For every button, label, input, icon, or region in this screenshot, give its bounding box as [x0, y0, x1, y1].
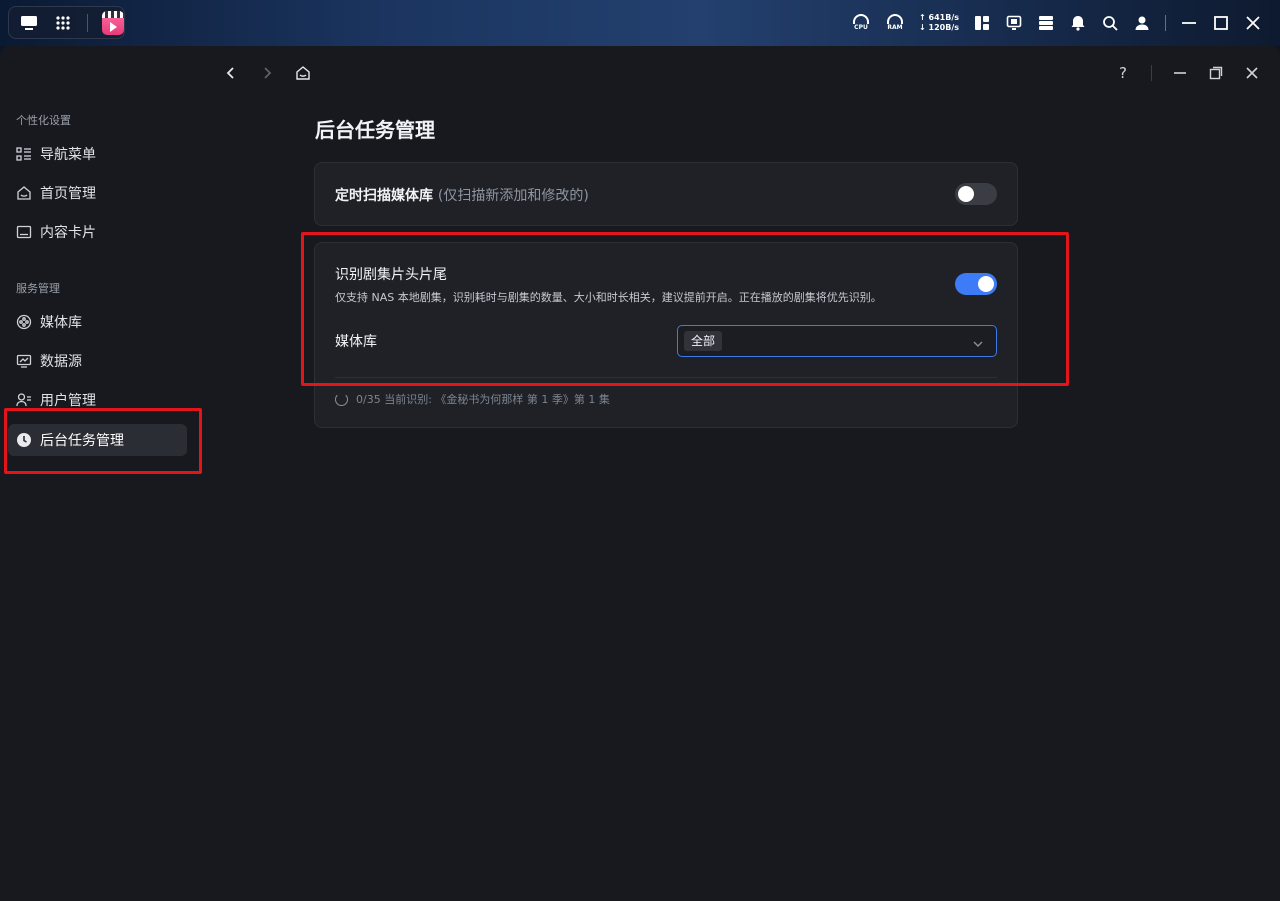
section-title-personalization: 个性化设置: [16, 114, 71, 127]
upload-speed: ↑ 641B/s: [919, 13, 959, 22]
tray-divider: [1165, 15, 1166, 31]
help-button[interactable]: ?: [1115, 64, 1131, 82]
home-nav-icon[interactable]: [294, 64, 312, 82]
highlight-box-sidebar: [4, 408, 202, 474]
network-speed[interactable]: ↑ 641B/s ↓ 120B/s: [919, 13, 959, 33]
menu-grid-icon: [16, 146, 32, 162]
window-controls: ?: [1115, 60, 1260, 86]
scan-title-text: 定时扫描媒体库: [335, 188, 433, 204]
restore-icon[interactable]: [1208, 65, 1224, 81]
sidebar-item-home-manage[interactable]: 首页管理: [8, 177, 187, 209]
page-title: 后台任务管理: [315, 118, 435, 142]
ram-gauge-icon: [887, 14, 904, 24]
user-icon[interactable]: [1133, 14, 1151, 32]
minimize-icon[interactable]: [1172, 65, 1188, 81]
app-grid-icon[interactable]: [53, 13, 73, 33]
os-maximize-icon[interactable]: [1212, 14, 1230, 32]
scan-hint: (仅扫描新添加和修改的): [437, 188, 589, 204]
desktop-icon[interactable]: [19, 13, 39, 33]
sidebar-item-label: 用户管理: [40, 393, 96, 409]
back-icon[interactable]: [222, 64, 240, 82]
cpu-gauge-icon: [853, 14, 870, 24]
home-icon: [16, 185, 32, 201]
os-taskbar: CPU RAM ↑ 641B/s ↓ 120B/s: [0, 0, 1280, 46]
forward-icon[interactable]: [258, 64, 276, 82]
sidebar-item-label: 首页管理: [40, 186, 96, 202]
upload-value: 641B/s: [928, 13, 959, 22]
layout-icon[interactable]: [973, 14, 991, 32]
scan-title: 定时扫描媒体库 (仅扫描新添加和修改的): [335, 185, 589, 205]
cpu-label: CPU: [854, 24, 868, 31]
media-icon: [16, 314, 32, 330]
server-icon[interactable]: [1037, 14, 1055, 32]
os-tray: CPU RAM ↑ 641B/s ↓ 120B/s: [851, 10, 1262, 36]
bell-icon[interactable]: [1069, 14, 1087, 32]
card-icon: [16, 224, 32, 240]
scan-toggle[interactable]: [955, 183, 997, 205]
spinner-icon: [335, 392, 348, 406]
search-icon[interactable]: [1101, 14, 1119, 32]
sidebar-item-label: 媒体库: [40, 315, 82, 331]
sidebar-item-media-library[interactable]: 媒体库: [8, 306, 187, 338]
winctl-divider: [1151, 65, 1152, 81]
close-icon[interactable]: [1244, 65, 1260, 81]
datasource-icon: [16, 353, 32, 369]
download-value: 120B/s: [928, 23, 959, 32]
highlight-box-intro-outro: [301, 232, 1069, 386]
launcher-divider: [87, 13, 88, 32]
cpu-gauge[interactable]: CPU: [851, 14, 871, 32]
sidebar-item-label: 导航菜单: [40, 147, 96, 163]
section-title-service: 服务管理: [16, 282, 60, 295]
monitor-icon[interactable]: [1005, 14, 1023, 32]
sidebar-item-label: 数据源: [40, 354, 82, 370]
video-app-icon[interactable]: [102, 10, 124, 35]
ram-gauge[interactable]: RAM: [885, 14, 905, 32]
os-close-icon[interactable]: [1244, 14, 1262, 32]
toggle-knob: [958, 186, 974, 202]
ram-label: RAM: [887, 24, 903, 31]
sidebar-item-content-card[interactable]: 内容卡片: [8, 216, 187, 248]
settings-window: 个性化设置 导航菜单 首页管理 内容卡片 服务管理 媒体库 数据源 用户管理 后…: [0, 46, 1280, 901]
scan-setting-card: 定时扫描媒体库 (仅扫描新添加和修改的): [314, 162, 1018, 226]
sidebar-item-label: 内容卡片: [40, 225, 96, 241]
os-minimize-icon[interactable]: [1180, 14, 1198, 32]
os-launcher: [8, 6, 125, 39]
sidebar-item-nav-menu[interactable]: 导航菜单: [8, 138, 187, 170]
sidebar-item-datasource[interactable]: 数据源: [8, 345, 187, 377]
progress-text: 0/35 当前识别: 《金秘书为何那样 第 1 季》第 1 集: [356, 393, 610, 406]
users-icon: [16, 392, 32, 408]
history-nav: [222, 60, 312, 86]
recognition-progress: 0/35 当前识别: 《金秘书为何那样 第 1 季》第 1 集: [335, 391, 610, 407]
download-speed: ↓ 120B/s: [919, 23, 959, 32]
